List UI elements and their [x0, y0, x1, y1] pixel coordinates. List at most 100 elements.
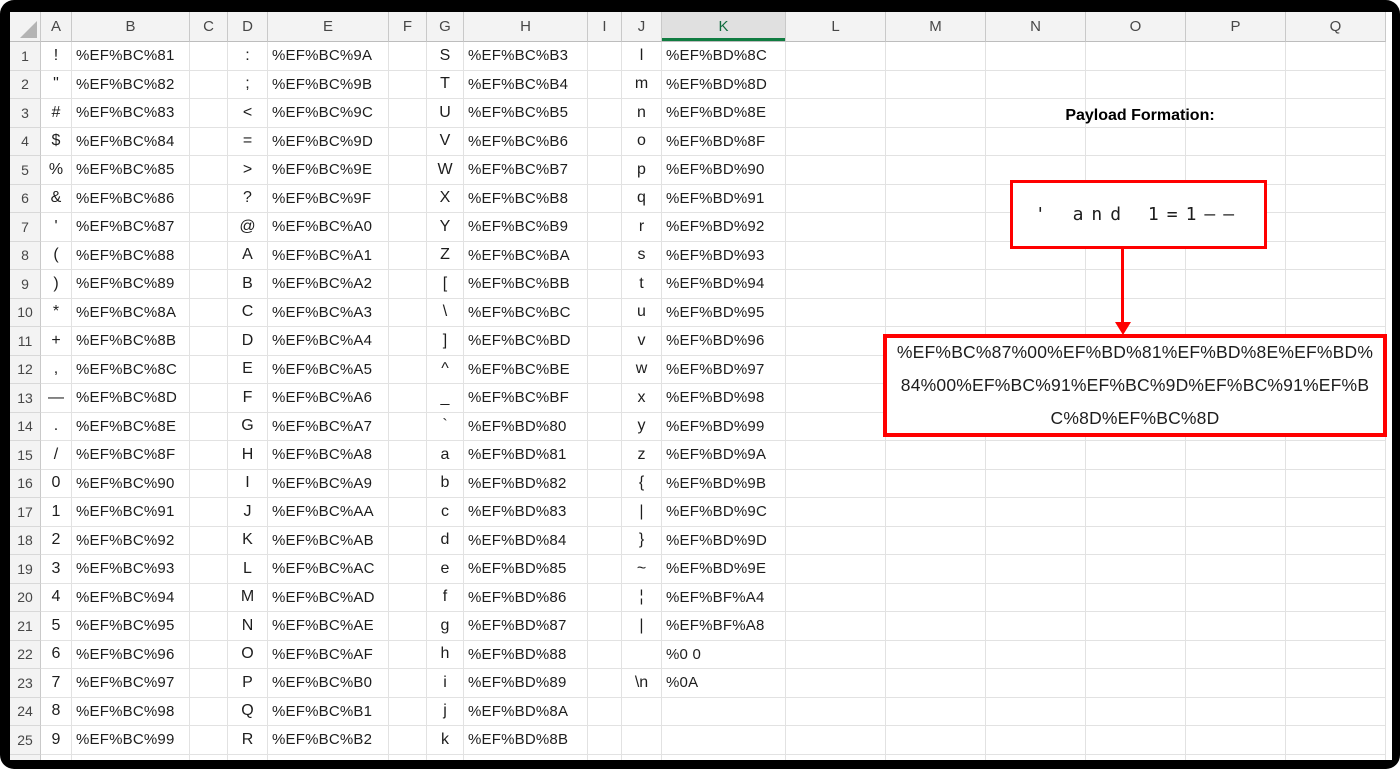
cell-K16[interactable]: %EF%BD%9B	[662, 469, 786, 498]
row-header-18[interactable]: 18	[10, 526, 41, 555]
cell-N1[interactable]	[986, 42, 1086, 71]
cell-Q16[interactable]	[1286, 469, 1386, 498]
row-header-6[interactable]: 6	[10, 184, 41, 213]
cell-G9[interactable]: [	[427, 270, 464, 299]
cell-H2[interactable]: %EF%BC%B4	[464, 70, 588, 99]
cell-J4[interactable]: o	[622, 127, 662, 156]
cell-J6[interactable]: q	[622, 184, 662, 213]
cell-E1[interactable]: %EF%BC%9A	[268, 42, 389, 71]
cell-I11[interactable]	[588, 327, 622, 356]
cell-I21[interactable]	[588, 612, 622, 641]
cell-N16[interactable]	[986, 469, 1086, 498]
row-header-15[interactable]: 15	[10, 441, 41, 470]
cell-A19[interactable]: 3	[41, 555, 72, 584]
cell-H24[interactable]: %EF%BD%8A	[464, 697, 588, 726]
cell-B1[interactable]: %EF%BC%81	[72, 42, 190, 71]
cell-M19[interactable]	[886, 555, 986, 584]
cell-Q1[interactable]	[1286, 42, 1386, 71]
cell-I13[interactable]	[588, 384, 622, 413]
column-header-I[interactable]: I	[588, 12, 622, 42]
cell-I1[interactable]	[588, 42, 622, 71]
select-all-button[interactable]	[10, 12, 41, 42]
cell-F15[interactable]	[389, 441, 427, 470]
cell-K5[interactable]: %EF%BD%90	[662, 156, 786, 185]
cell-Q23[interactable]	[1286, 669, 1386, 698]
row-header-8[interactable]: 8	[10, 241, 41, 270]
cell-E3[interactable]: %EF%BC%9C	[268, 99, 389, 128]
cell-G8[interactable]: Z	[427, 241, 464, 270]
cell-M23[interactable]	[886, 669, 986, 698]
cell-H17[interactable]: %EF%BD%83	[464, 498, 588, 527]
cell-M16[interactable]	[886, 469, 986, 498]
cell-B8[interactable]: %EF%BC%88	[72, 241, 190, 270]
cell-A13[interactable]: —	[41, 384, 72, 413]
cell-B20[interactable]: %EF%BC%94	[72, 583, 190, 612]
cell-E26[interactable]	[268, 754, 389, 760]
cell-J14[interactable]: y	[622, 412, 662, 441]
cell-H7[interactable]: %EF%BC%B9	[464, 213, 588, 242]
cell-I19[interactable]	[588, 555, 622, 584]
cell-K14[interactable]: %EF%BD%99	[662, 412, 786, 441]
cell-B11[interactable]: %EF%BC%8B	[72, 327, 190, 356]
cell-A6[interactable]: &	[41, 184, 72, 213]
cell-I16[interactable]	[588, 469, 622, 498]
cell-D12[interactable]: E	[228, 355, 268, 384]
cell-F22[interactable]	[389, 640, 427, 669]
cell-C11[interactable]	[190, 327, 228, 356]
cell-M5[interactable]	[886, 156, 986, 185]
row-header-14[interactable]: 14	[10, 412, 41, 441]
cell-C4[interactable]	[190, 127, 228, 156]
cell-A16[interactable]: 0	[41, 469, 72, 498]
cell-J24[interactable]	[622, 697, 662, 726]
cell-E21[interactable]: %EF%BC%AE	[268, 612, 389, 641]
cell-H14[interactable]: %EF%BD%80	[464, 412, 588, 441]
cell-C24[interactable]	[190, 697, 228, 726]
cell-M15[interactable]	[886, 441, 986, 470]
row-header-5[interactable]: 5	[10, 156, 41, 185]
cell-D11[interactable]: D	[228, 327, 268, 356]
cell-K20[interactable]: %EF%BF%A4	[662, 583, 786, 612]
cell-E11[interactable]: %EF%BC%A4	[268, 327, 389, 356]
cell-C5[interactable]	[190, 156, 228, 185]
cell-Q24[interactable]	[1286, 697, 1386, 726]
cell-E15[interactable]: %EF%BC%A8	[268, 441, 389, 470]
cell-P26[interactable]	[1186, 754, 1286, 760]
row-header-11[interactable]: 11	[10, 327, 41, 356]
cell-D16[interactable]: I	[228, 469, 268, 498]
cell-G23[interactable]: i	[427, 669, 464, 698]
cell-C18[interactable]	[190, 526, 228, 555]
cell-H16[interactable]: %EF%BD%82	[464, 469, 588, 498]
cell-L2[interactable]	[786, 70, 886, 99]
row-header-20[interactable]: 20	[10, 583, 41, 612]
cell-I4[interactable]	[588, 127, 622, 156]
cell-C15[interactable]	[190, 441, 228, 470]
cell-N15[interactable]	[986, 441, 1086, 470]
cell-A18[interactable]: 2	[41, 526, 72, 555]
cell-E19[interactable]: %EF%BC%AC	[268, 555, 389, 584]
cell-L6[interactable]	[786, 184, 886, 213]
cell-O26[interactable]	[1086, 754, 1186, 760]
cell-E18[interactable]: %EF%BC%AB	[268, 526, 389, 555]
cell-J19[interactable]: ~	[622, 555, 662, 584]
column-header-J[interactable]: J	[622, 12, 662, 42]
cell-E8[interactable]: %EF%BC%A1	[268, 241, 389, 270]
cell-I8[interactable]	[588, 241, 622, 270]
cell-H20[interactable]: %EF%BD%86	[464, 583, 588, 612]
cell-M1[interactable]	[886, 42, 986, 71]
cell-N4[interactable]	[986, 127, 1086, 156]
cell-C23[interactable]	[190, 669, 228, 698]
cell-K4[interactable]: %EF%BD%8F	[662, 127, 786, 156]
cell-O24[interactable]	[1086, 697, 1186, 726]
cell-O4[interactable]	[1086, 127, 1186, 156]
cell-F12[interactable]	[389, 355, 427, 384]
cell-J10[interactable]: u	[622, 298, 662, 327]
cell-J23[interactable]: \n	[622, 669, 662, 698]
cell-F24[interactable]	[389, 697, 427, 726]
cell-Q5[interactable]	[1286, 156, 1386, 185]
cell-J12[interactable]: w	[622, 355, 662, 384]
cell-J3[interactable]: n	[622, 99, 662, 128]
cell-G14[interactable]: `	[427, 412, 464, 441]
cell-B7[interactable]: %EF%BC%87	[72, 213, 190, 242]
cell-L1[interactable]	[786, 42, 886, 71]
cell-K9[interactable]: %EF%BD%94	[662, 270, 786, 299]
